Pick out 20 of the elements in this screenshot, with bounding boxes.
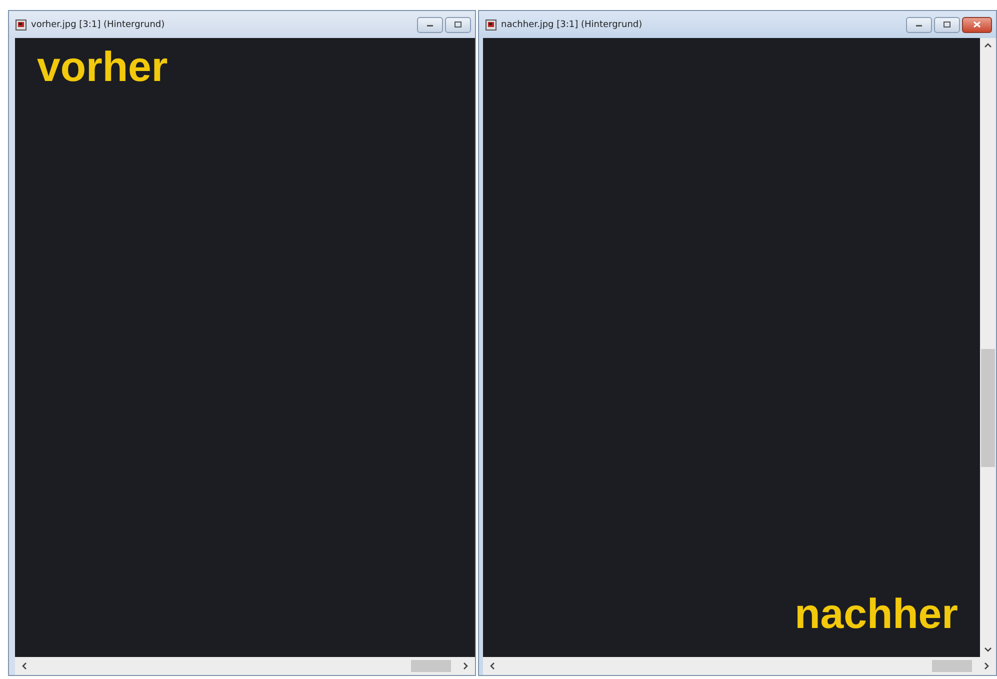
scroll-up-icon[interactable] (984, 42, 992, 50)
horizontal-scrollbar[interactable] (483, 657, 996, 675)
scroll-thumb[interactable] (932, 660, 972, 672)
scroll-left-icon[interactable] (489, 662, 497, 670)
maximize-icon (454, 21, 462, 28)
scroll-down-icon[interactable] (984, 645, 992, 653)
scroll-right-icon[interactable] (982, 662, 990, 670)
maximize-icon (943, 21, 951, 28)
maximize-button[interactable] (934, 16, 960, 32)
image-label: nachher (794, 593, 958, 635)
close-button[interactable] (962, 16, 992, 32)
close-icon (973, 21, 981, 28)
vertical-scrollbar[interactable] (980, 38, 996, 657)
app-icon (485, 18, 497, 30)
image-label: vorher (37, 46, 168, 88)
app-icon (15, 18, 27, 30)
minimize-button[interactable] (906, 16, 932, 32)
scroll-thumb[interactable] (981, 348, 995, 466)
window-title: vorher.jpg [3:1] (Hintergrund) (31, 20, 166, 30)
window-title: nachher.jpg [3:1] (Hintergrund) (501, 20, 644, 30)
